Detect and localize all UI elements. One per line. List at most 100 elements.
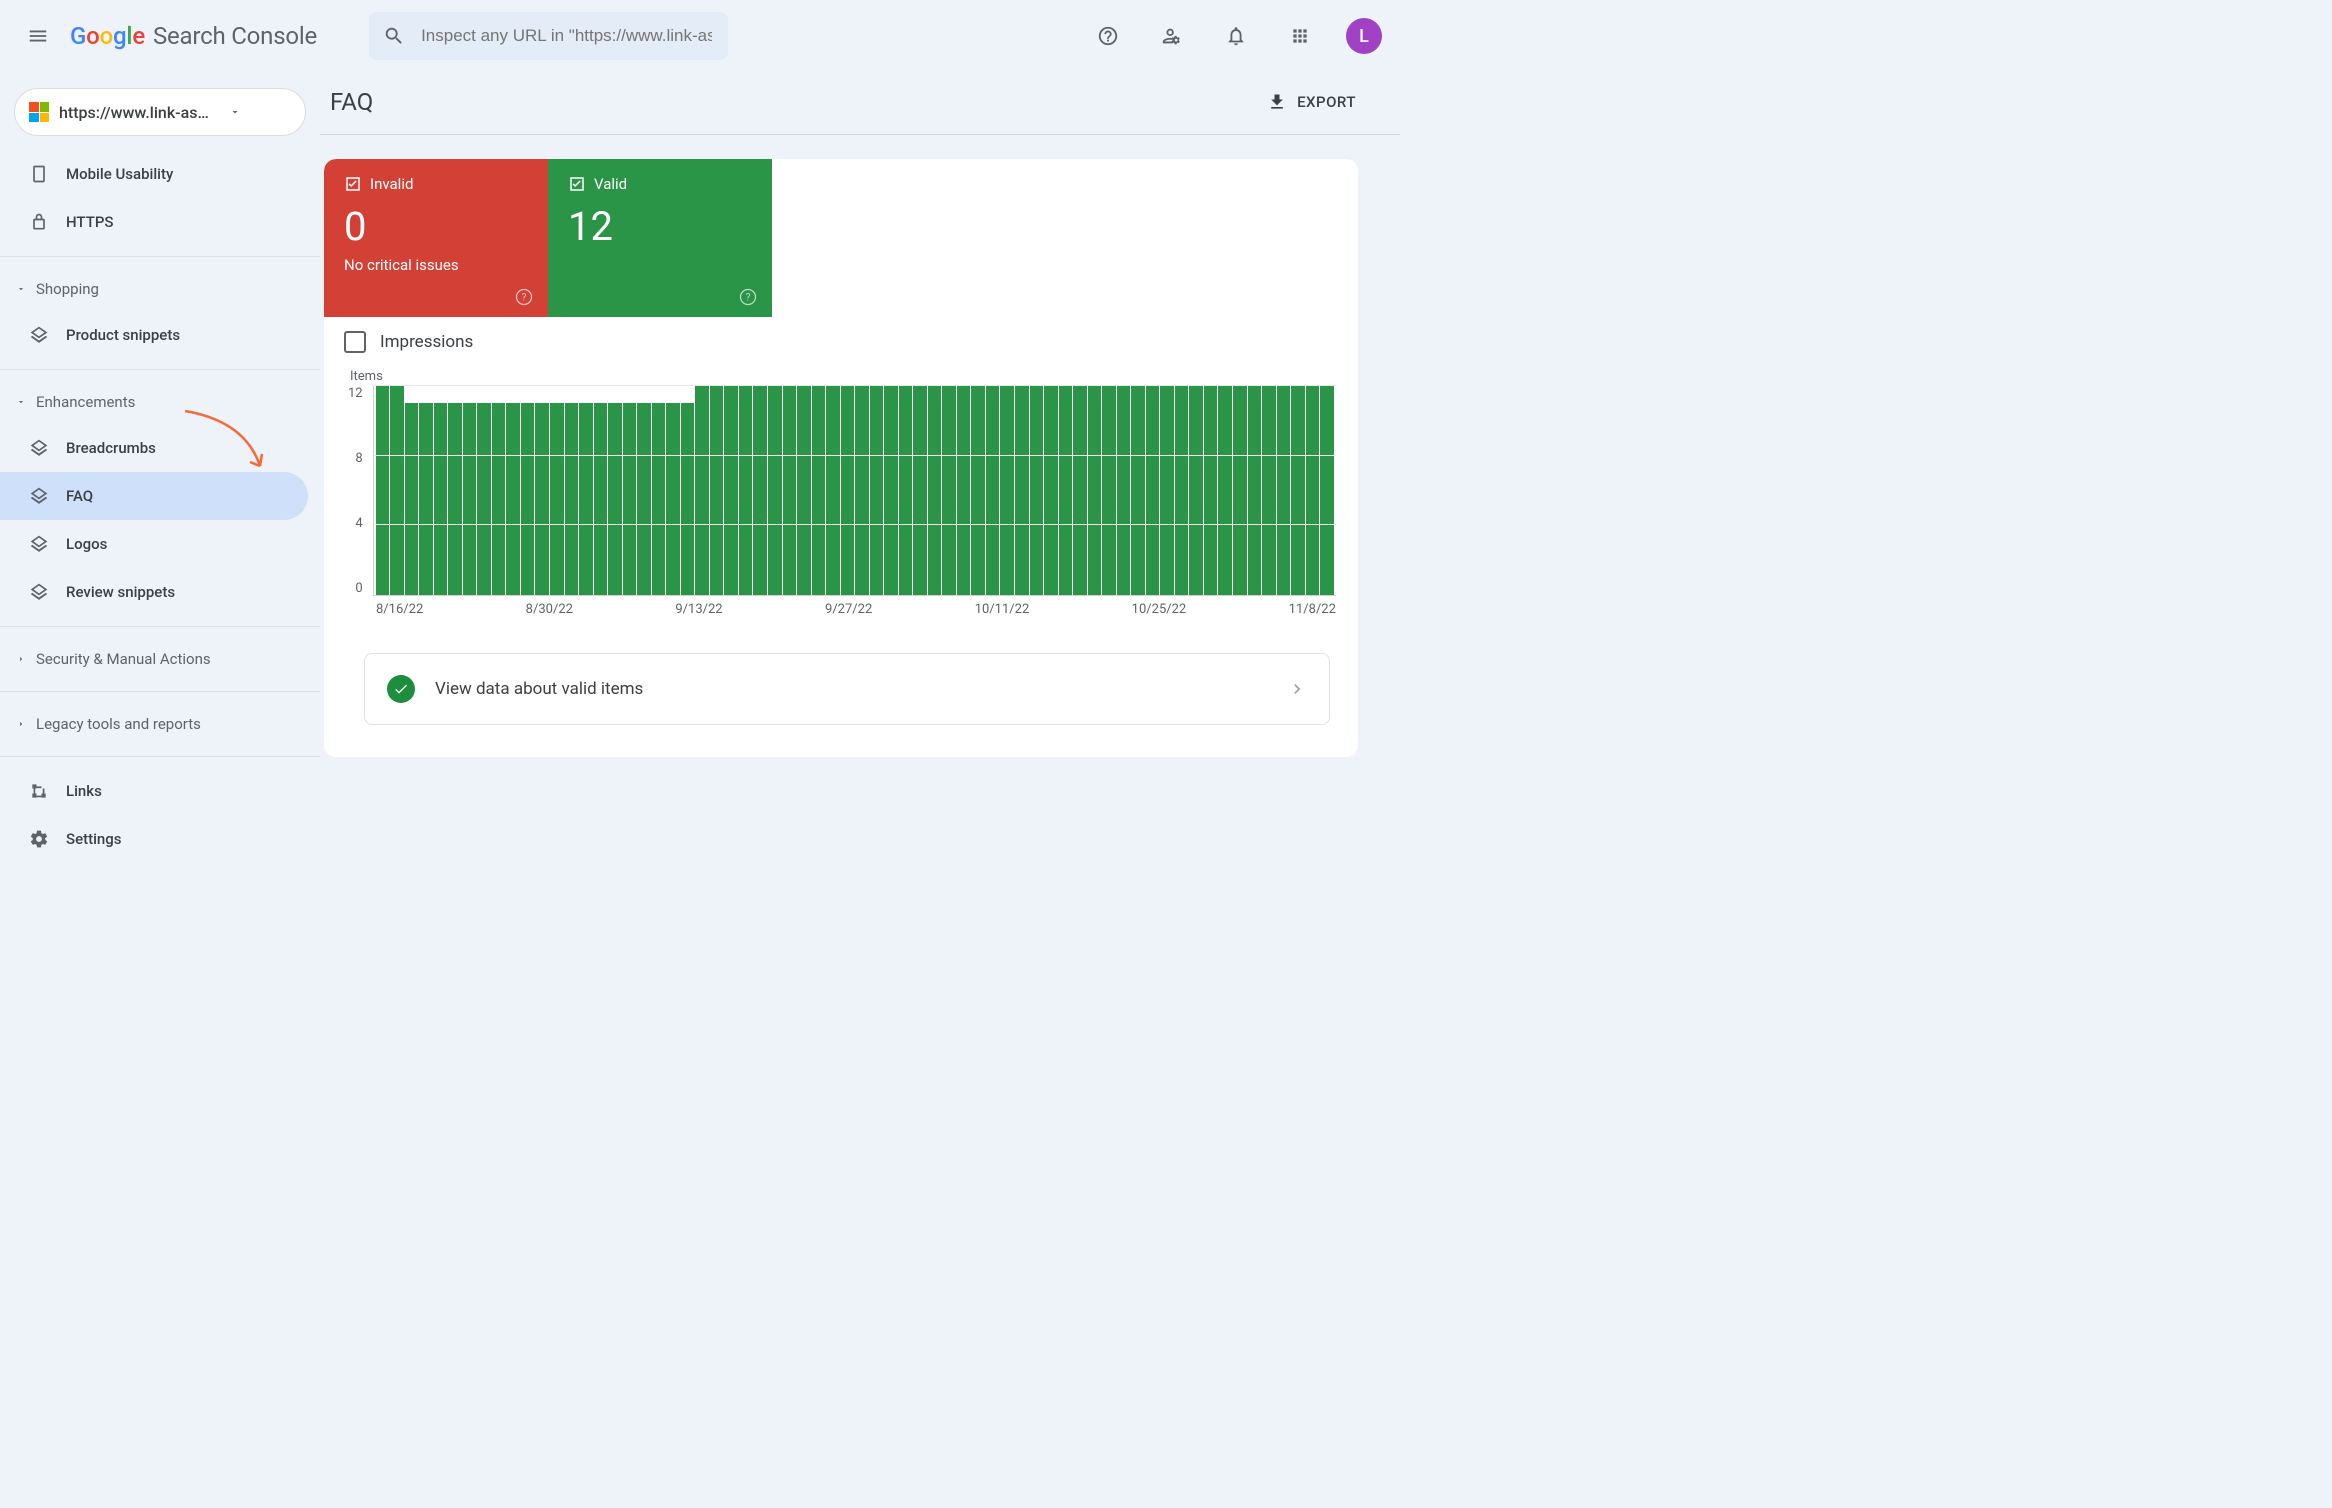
chart-y-title: Items bbox=[346, 369, 1336, 384]
chart-bar bbox=[565, 403, 579, 595]
hamburger-menu[interactable] bbox=[18, 16, 58, 56]
mobile-icon bbox=[28, 163, 50, 185]
sidebar-group-security[interactable]: Security & Manual Actions bbox=[0, 637, 320, 681]
sidebar-group-label: Shopping bbox=[36, 280, 99, 298]
status-card: Invalid 0 No critical issues ? bbox=[324, 159, 1358, 757]
search-input[interactable] bbox=[419, 25, 713, 47]
chart-bar bbox=[434, 403, 448, 595]
sidebar-item-label: Logos bbox=[66, 535, 107, 553]
caret-right-icon bbox=[16, 654, 26, 664]
chart-bar bbox=[739, 386, 753, 595]
chart-bar bbox=[957, 386, 971, 595]
chart-bar bbox=[1262, 386, 1276, 595]
sidebar-item-breadcrumbs[interactable]: Breadcrumbs bbox=[0, 424, 308, 472]
sidebar-item-product-snippets[interactable]: Product snippets bbox=[0, 311, 308, 359]
chart-bar bbox=[1000, 386, 1014, 595]
download-icon bbox=[1267, 92, 1287, 112]
chart-bar bbox=[637, 403, 651, 595]
summary-tab-valid[interactable]: Valid 12 ? bbox=[548, 159, 772, 317]
notifications-button[interactable] bbox=[1216, 16, 1256, 56]
apps-button[interactable] bbox=[1280, 16, 1320, 56]
chart-bar bbox=[1015, 386, 1029, 595]
sidebar-group-label: Security & Manual Actions bbox=[36, 650, 211, 668]
chart-bar bbox=[695, 386, 709, 595]
valid-label: Valid bbox=[594, 175, 627, 193]
chart-bar bbox=[1044, 386, 1058, 595]
chart-bar bbox=[826, 386, 840, 595]
chart-bar bbox=[666, 403, 680, 595]
export-button[interactable]: EXPORT bbox=[1267, 92, 1356, 112]
impressions-checkbox[interactable] bbox=[344, 331, 366, 353]
logo: Google Search Console bbox=[70, 22, 317, 50]
chart-bar bbox=[1277, 386, 1291, 595]
chart-x-axis: 8/16/228/30/229/13/229/27/2210/11/2210/2… bbox=[346, 602, 1336, 617]
sidebar-item-faq[interactable]: FAQ bbox=[0, 472, 308, 520]
checkbox-checked-icon bbox=[344, 175, 362, 193]
sidebar-item-label: Links bbox=[66, 782, 102, 800]
property-picker[interactable]: https://www.link-as… bbox=[14, 88, 306, 136]
help-icon[interactable]: ? bbox=[738, 287, 758, 307]
chart-bar bbox=[913, 386, 927, 595]
chart-bar bbox=[971, 386, 985, 595]
sidebar-group-shopping[interactable]: Shopping bbox=[0, 267, 320, 311]
chart-bar bbox=[1291, 386, 1305, 595]
sidebar-item-logos[interactable]: Logos bbox=[0, 520, 308, 568]
chart-bar bbox=[376, 386, 390, 595]
chart-bar bbox=[1059, 386, 1073, 595]
product-name: Search Console bbox=[153, 22, 317, 50]
chart-bar bbox=[477, 403, 491, 595]
invalid-count: 0 bbox=[344, 203, 528, 250]
check-circle-icon bbox=[387, 675, 415, 703]
chart-bar bbox=[1088, 386, 1102, 595]
layers-icon bbox=[28, 324, 50, 346]
sidebar-item-label: Settings bbox=[66, 830, 122, 848]
layers-icon bbox=[28, 533, 50, 555]
chart-bar bbox=[710, 386, 724, 595]
help-icon[interactable]: ? bbox=[514, 287, 534, 307]
svg-text:?: ? bbox=[522, 292, 527, 303]
help-button[interactable] bbox=[1088, 16, 1128, 56]
chart-bar bbox=[1102, 386, 1116, 595]
sidebar-group-label: Enhancements bbox=[36, 393, 135, 411]
manage-users-button[interactable] bbox=[1152, 16, 1192, 56]
links-icon bbox=[28, 780, 50, 802]
sidebar-group-label: Legacy tools and reports bbox=[36, 715, 201, 733]
chart-bar bbox=[463, 403, 477, 595]
caret-down-icon bbox=[16, 284, 26, 294]
invalid-label: Invalid bbox=[370, 175, 413, 193]
chart-bar bbox=[419, 403, 433, 595]
main: FAQ EXPORT Invalid bbox=[320, 72, 1400, 900]
chart-bar bbox=[724, 386, 738, 595]
page-title: FAQ bbox=[326, 88, 373, 116]
chart-bar bbox=[594, 403, 608, 595]
chart-bar bbox=[535, 403, 549, 595]
sidebar-group-legacy[interactable]: Legacy tools and reports bbox=[0, 702, 320, 746]
chart-bar bbox=[812, 386, 826, 595]
url-inspect-field[interactable] bbox=[369, 12, 727, 60]
header: Google Search Console L bbox=[0, 0, 1400, 72]
sidebar-item-settings[interactable]: Settings bbox=[0, 815, 308, 863]
chart-bar bbox=[1233, 386, 1247, 595]
caret-down-icon bbox=[16, 397, 26, 407]
sidebar-item-review-snippets[interactable]: Review snippets bbox=[0, 568, 308, 616]
sidebar-group-enhancements[interactable]: Enhancements bbox=[0, 380, 320, 424]
sidebar-item-mobile-usability[interactable]: Mobile Usability bbox=[0, 150, 308, 198]
view-valid-items-row[interactable]: View data about valid items bbox=[364, 653, 1330, 725]
chart-bar bbox=[884, 386, 898, 595]
chart-bar bbox=[768, 386, 782, 595]
chart-bar bbox=[942, 386, 956, 595]
sidebar-item-links[interactable]: Links bbox=[0, 767, 308, 815]
chart-bar bbox=[1117, 386, 1131, 595]
chart-bar bbox=[1160, 386, 1174, 595]
chart-bar bbox=[1248, 386, 1262, 595]
chart-bar bbox=[928, 386, 942, 595]
summary-tab-invalid[interactable]: Invalid 0 No critical issues ? bbox=[324, 159, 548, 317]
chart-bar bbox=[783, 386, 797, 595]
sidebar-item-https[interactable]: HTTPS bbox=[0, 198, 308, 246]
chart-bar bbox=[1218, 386, 1232, 595]
chart-y-axis: 12840 bbox=[346, 386, 365, 596]
avatar[interactable]: L bbox=[1346, 18, 1382, 54]
chart-bar bbox=[521, 403, 535, 595]
chart-bar bbox=[405, 403, 419, 595]
sidebar-item-label: Breadcrumbs bbox=[66, 439, 156, 457]
